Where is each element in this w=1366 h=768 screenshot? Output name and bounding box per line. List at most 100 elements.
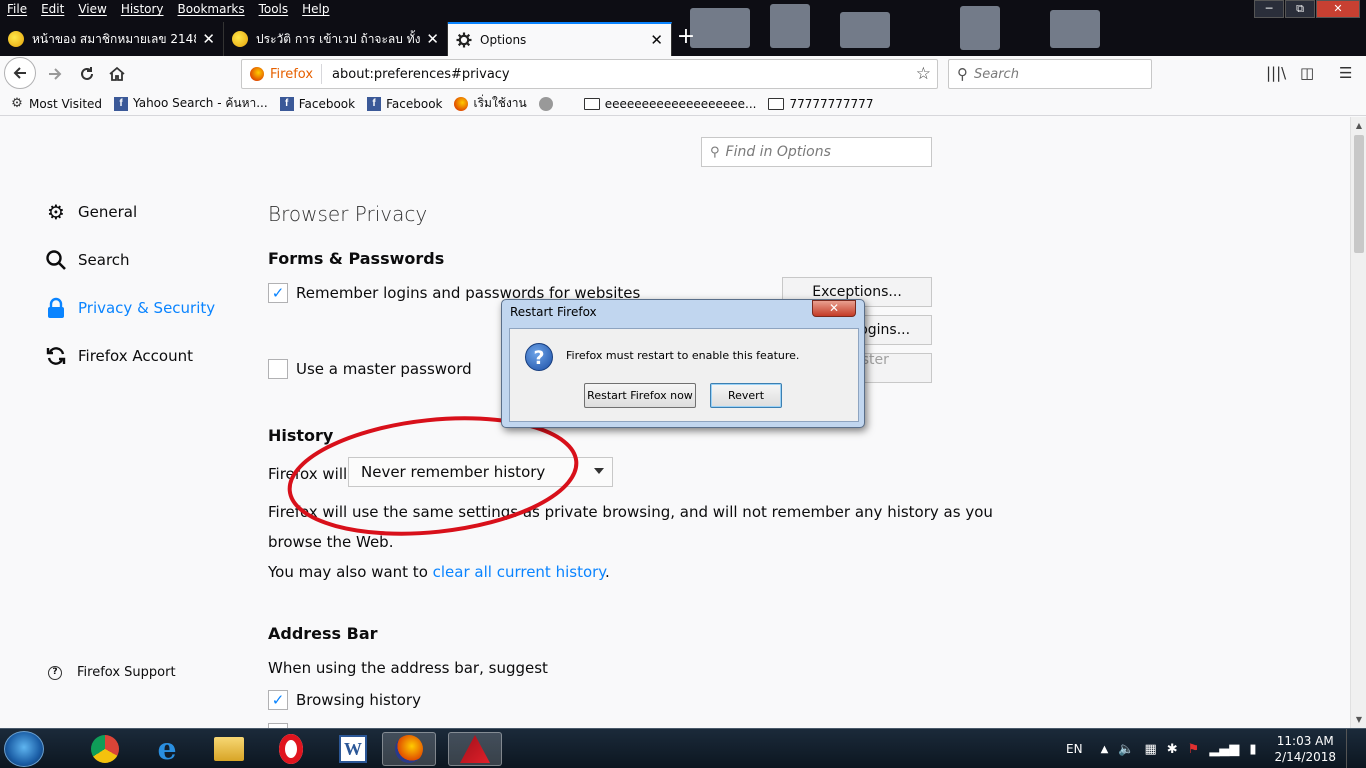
master-password-row[interactable]: Use a master password [268, 359, 472, 379]
bookmark-folder-7[interactable]: 77777777777 [768, 97, 873, 111]
sidebar-icon[interactable]: ◫ [1300, 64, 1314, 82]
reload-button[interactable] [72, 59, 102, 89]
hamburger-menu-icon[interactable]: ☰ [1339, 64, 1352, 82]
menu-view[interactable]: View [71, 0, 113, 20]
dropdown-arrow-icon [594, 468, 604, 474]
back-button[interactable] [4, 57, 36, 89]
clock-time: 11:03 AM [1276, 734, 1334, 748]
firefox-icon [250, 67, 264, 81]
identity-box[interactable]: Firefox [242, 64, 323, 84]
scroll-up-icon[interactable]: ▲ [1351, 121, 1366, 130]
dialog-close-button[interactable]: ✕ [812, 300, 856, 317]
remember-logins-checkbox[interactable]: ✓ [268, 283, 288, 303]
restart-now-button[interactable]: Restart Firefox now [584, 383, 696, 408]
bookmark-label: Yahoo Search - ค้นหา... [133, 96, 268, 110]
taskbar-word[interactable]: W [326, 732, 380, 766]
menu-tools[interactable]: Tools [252, 0, 296, 20]
tab-close-icon[interactable]: ✕ [650, 31, 663, 49]
minimize-button[interactable]: ─ [1254, 0, 1284, 18]
back-arrow-icon [13, 67, 26, 79]
bookmark-facebook-2[interactable]: f Facebook [367, 96, 442, 111]
bookmark-yahoo-search[interactable]: f Yahoo Search - ค้นหา... [114, 94, 268, 113]
site-favicon-icon [232, 31, 248, 47]
new-tab-button[interactable]: + [672, 22, 700, 56]
window-close-button[interactable]: ✕ [1316, 0, 1360, 18]
scroll-down-icon[interactable]: ▼ [1351, 715, 1366, 724]
gear-icon [456, 32, 472, 48]
taskbar-internet-explorer[interactable]: e [140, 732, 194, 767]
reload-icon [81, 67, 93, 80]
search-input[interactable]: ⚲ Search [948, 59, 1152, 89]
bookmark-facebook-1[interactable]: f Facebook [279, 96, 355, 111]
address-bar[interactable]: Firefox about:preferences#privacy ☆ [241, 59, 938, 89]
revert-button[interactable]: Revert [710, 383, 782, 408]
master-password-checkbox[interactable] [268, 359, 288, 379]
volume-icon[interactable]: 🔈 [1118, 742, 1134, 757]
taskbar-file-explorer[interactable] [202, 732, 256, 766]
maximize-button[interactable]: ⧉ [1285, 0, 1315, 18]
battery-icon[interactable]: ▮ [1249, 742, 1256, 757]
bookmark-folder-e[interactable]: eeeeeeeeeeeeeeeeeee... [583, 97, 756, 111]
language-indicator[interactable]: EN [1066, 742, 1083, 756]
category-firefox-account[interactable]: Firefox Account [44, 344, 193, 368]
show-desktop-button[interactable] [1346, 729, 1358, 768]
scroll-thumb[interactable] [1354, 135, 1364, 253]
tab-close-icon[interactable]: ✕ [202, 30, 215, 48]
tab-history-page[interactable]: ประวัติ การ เข้าเวป ถ้าจะลบ ทั้งหม ✕ [224, 22, 448, 56]
category-general[interactable]: ⚙ General [44, 200, 137, 224]
background-decoration [1050, 10, 1100, 48]
flag-icon[interactable]: ⚑ [1188, 742, 1200, 757]
also-want-text: You may also want to [268, 563, 433, 581]
start-button[interactable] [4, 731, 44, 767]
dialog-message: Firefox must restart to enable this feat… [566, 349, 800, 362]
network-icon[interactable]: ▦ [1144, 742, 1156, 757]
category-search[interactable]: Search [44, 248, 130, 272]
clear-history-sentence: You may also want to clear all current h… [268, 563, 610, 581]
tab-options[interactable]: Options ✕ [448, 22, 672, 56]
signal-icon[interactable]: ▂▄▆ [1209, 742, 1239, 757]
windows-taskbar: e W EN ▲ 🔈 ▦ ✱ ⚑ ▂▄▆ ▮ 11:03 AM 2/14/201… [0, 728, 1366, 768]
menu-file[interactable]: File [0, 0, 34, 20]
category-label: Privacy & Security [78, 299, 216, 317]
forward-button[interactable] [40, 59, 70, 89]
history-mode-value: Never remember history [361, 463, 546, 481]
bluetooth-icon[interactable]: ✱ [1167, 742, 1178, 757]
page-title: Browser Privacy [268, 202, 428, 226]
word-icon: W [339, 735, 367, 763]
clear-history-link[interactable]: clear all current history [433, 563, 605, 581]
dialog-title: Restart Firefox [510, 305, 597, 319]
vertical-scrollbar[interactable]: ▲ ▼ [1350, 117, 1366, 728]
bookmark-globe[interactable] [538, 96, 558, 111]
tray-expand-icon[interactable]: ▲ [1101, 744, 1109, 755]
clock-date: 2/14/2018 [1274, 750, 1336, 764]
taskbar-acrobat[interactable] [448, 732, 502, 766]
category-privacy-security[interactable]: Privacy & Security [44, 296, 215, 320]
taskbar-firefox[interactable] [382, 732, 436, 766]
bookmark-most-visited[interactable]: ⚙ Most Visited [10, 96, 103, 111]
taskbar-chrome[interactable] [78, 732, 132, 766]
clock[interactable]: 11:03 AM 2/14/2018 [1274, 733, 1336, 765]
find-in-options-input[interactable]: ⚲ Find in Options [701, 137, 932, 167]
firefox-support-link[interactable]: ? Firefox Support [48, 665, 176, 680]
browsing-history-checkbox[interactable]: ✓ [268, 690, 288, 710]
bookmark-star-icon[interactable]: ☆ [916, 64, 931, 84]
window-controls: ─ ⧉ ✕ [1253, 0, 1360, 18]
title-bar: File Edit View History Bookmarks Tools H… [0, 0, 1366, 56]
url-text[interactable]: about:preferences#privacy [332, 67, 916, 82]
bookmark-label: Most Visited [29, 96, 103, 111]
tab-member-page[interactable]: หน้าของ สมาชิกหมายเลข 214893 ✕ [0, 22, 224, 56]
acrobat-icon [460, 735, 490, 763]
menu-help[interactable]: Help [295, 0, 336, 20]
taskbar-opera[interactable] [264, 732, 318, 766]
menu-edit[interactable]: Edit [34, 0, 71, 20]
home-button[interactable] [102, 59, 132, 89]
browsing-history-row[interactable]: ✓ Browsing history [268, 690, 421, 710]
background-decoration [840, 12, 890, 48]
tab-close-icon[interactable]: ✕ [426, 30, 439, 48]
history-mode-select[interactable]: Never remember history [348, 457, 613, 487]
category-label: Firefox Account [78, 347, 193, 365]
bookmark-getting-started[interactable]: เริ่มใช้งาน [454, 94, 527, 113]
library-icon[interactable]: |||\ [1266, 64, 1286, 82]
menu-bookmarks[interactable]: Bookmarks [171, 0, 252, 20]
menu-history[interactable]: History [114, 0, 171, 20]
